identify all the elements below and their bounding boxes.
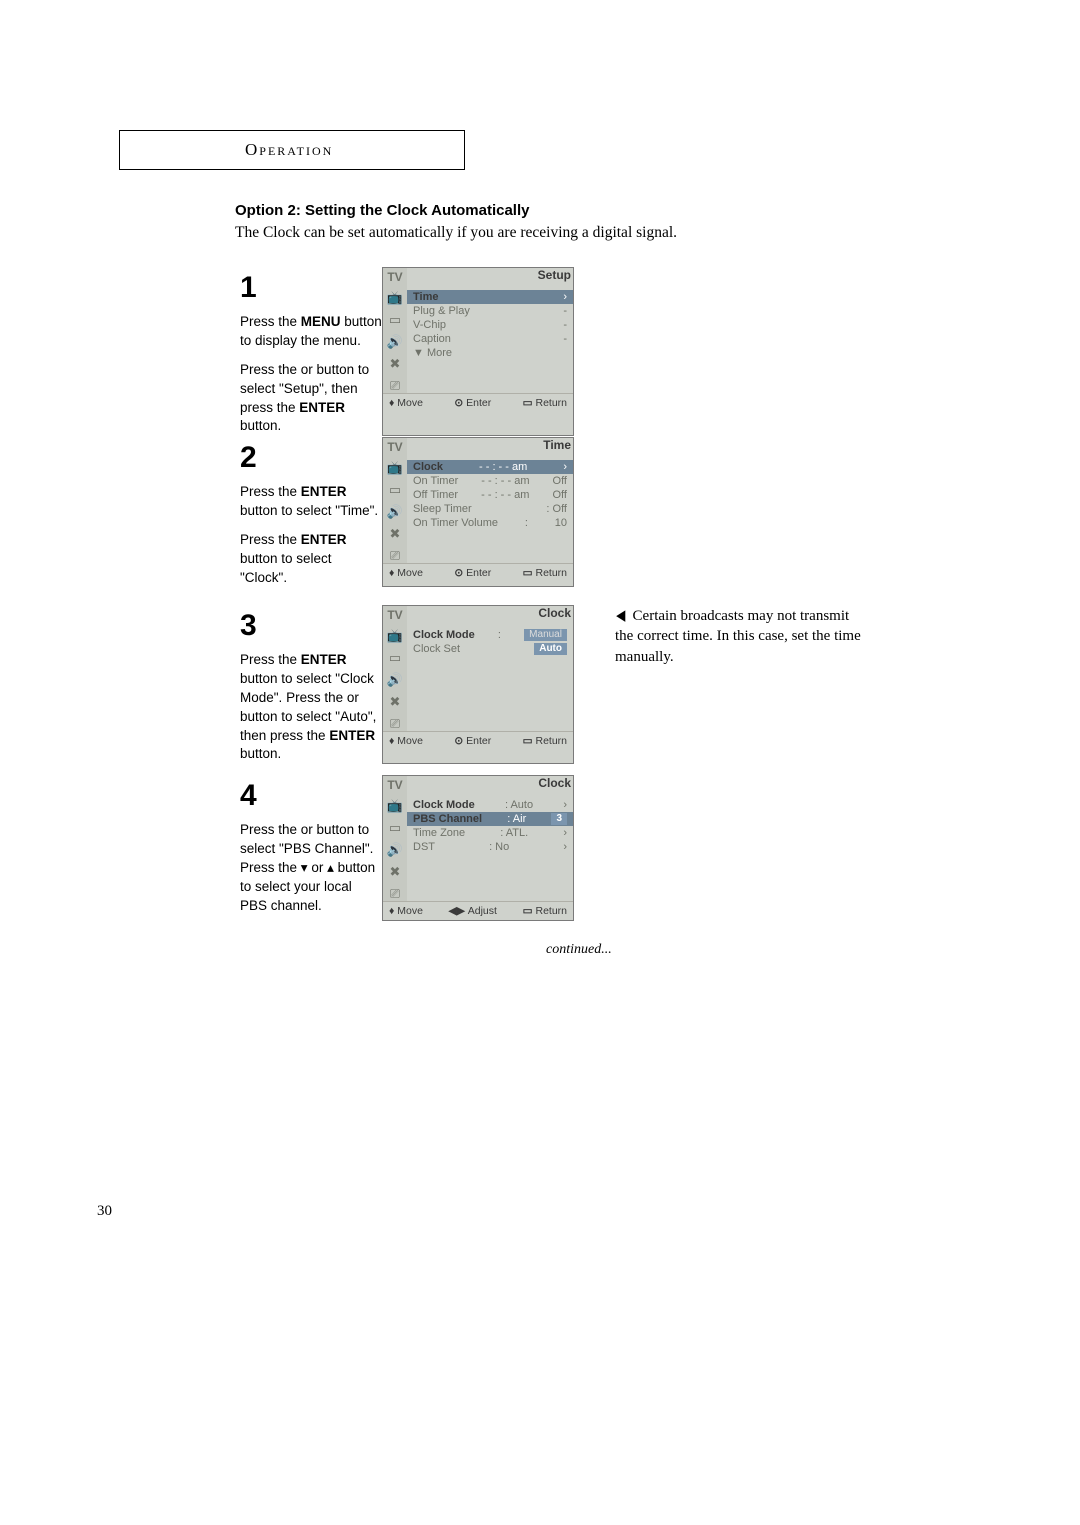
step-1: 1 Press the MENU button to display the m… [240,267,574,436]
osd-title-clock: Clock [407,606,573,624]
chevron-right-icon: › [563,461,567,473]
continued-text: continued... [546,942,612,958]
step-1-text: 1 Press the MENU button to display the m… [240,267,382,436]
screen-icon: ▭ [389,820,401,836]
step-2: 2 Press the ENTER button to select "Time… [240,437,574,587]
osd-clock: TV Clock 📺 ▭ 🔊 ✖ ⎚ Clock Mode:Manual Clo… [382,605,574,764]
osd-title-clock-2: Clock [407,776,573,794]
step-4-number: 4 [240,775,382,817]
picture-icon: 📺 [387,798,403,814]
sliders-icon: ⎚ [390,548,400,564]
side-note: ◀Certain broadcasts may not transmit the… [615,606,865,667]
step-2-number: 2 [240,437,382,479]
section-header-text: Operation [245,140,333,160]
settings-icon: ✖ [390,526,401,542]
picture-icon: 📺 [387,628,403,644]
sliders-icon: ⎚ [390,716,400,732]
section-header: Operation [119,130,465,170]
page-number: 30 [97,1203,112,1220]
sound-icon: 🔊 [387,334,403,350]
osd-tv-label: TV [383,268,407,286]
osd-sidebar-icons: 📺 ▭ 🔊 ✖ ⎚ [383,286,407,393]
step-4: 4 Press the or button to select "PBS Cha… [240,775,574,921]
sliders-icon: ⎚ [390,378,400,394]
intro-text: The Clock can be set automatically if yo… [235,224,677,242]
step-3-number: 3 [240,605,382,647]
page: Operation Option 2: Setting the Clock Au… [0,0,1080,1525]
chevron-left-icon: ◀ [616,606,625,626]
sliders-icon: ⎚ [390,886,400,902]
osd-footer: ♦ Move ⊙ Enter ▭ Return [383,393,573,412]
settings-icon: ✖ [390,356,401,372]
osd-setup: TV Setup 📺 ▭ 🔊 ✖ ⎚ Time› Plug & Play- V-… [382,267,574,436]
settings-icon: ✖ [390,864,401,880]
picture-icon: 📺 [387,290,403,306]
chevron-right-icon: › [563,291,567,303]
osd-title-time: Time [407,438,573,456]
sound-icon: 🔊 [387,672,403,688]
step-4-text: 4 Press the or button to select "PBS Cha… [240,775,382,921]
screen-icon: ▭ [389,312,401,328]
step-3: 3 Press the ENTER button to select "Cloc… [240,605,574,764]
subheading: Option 2: Setting the Clock Automaticall… [235,202,529,219]
screen-icon: ▭ [389,482,401,498]
osd-title-setup: Setup [407,268,573,286]
sound-icon: 🔊 [387,504,403,520]
sound-icon: 🔊 [387,842,403,858]
step-2-text: 2 Press the ENTER button to select "Time… [240,437,382,587]
settings-icon: ✖ [390,694,401,710]
osd-time: TV Time 📺 ▭ 🔊 ✖ ⎚ Clock- - : - - am› On … [382,437,574,587]
step-3-text: 3 Press the ENTER button to select "Cloc… [240,605,382,764]
osd-clock-pbs: TV Clock 📺 ▭ 🔊 ✖ ⎚ Clock Mode: Auto› PBS… [382,775,574,921]
picture-icon: 📺 [387,460,403,476]
screen-icon: ▭ [389,650,401,666]
step-1-number: 1 [240,267,382,309]
